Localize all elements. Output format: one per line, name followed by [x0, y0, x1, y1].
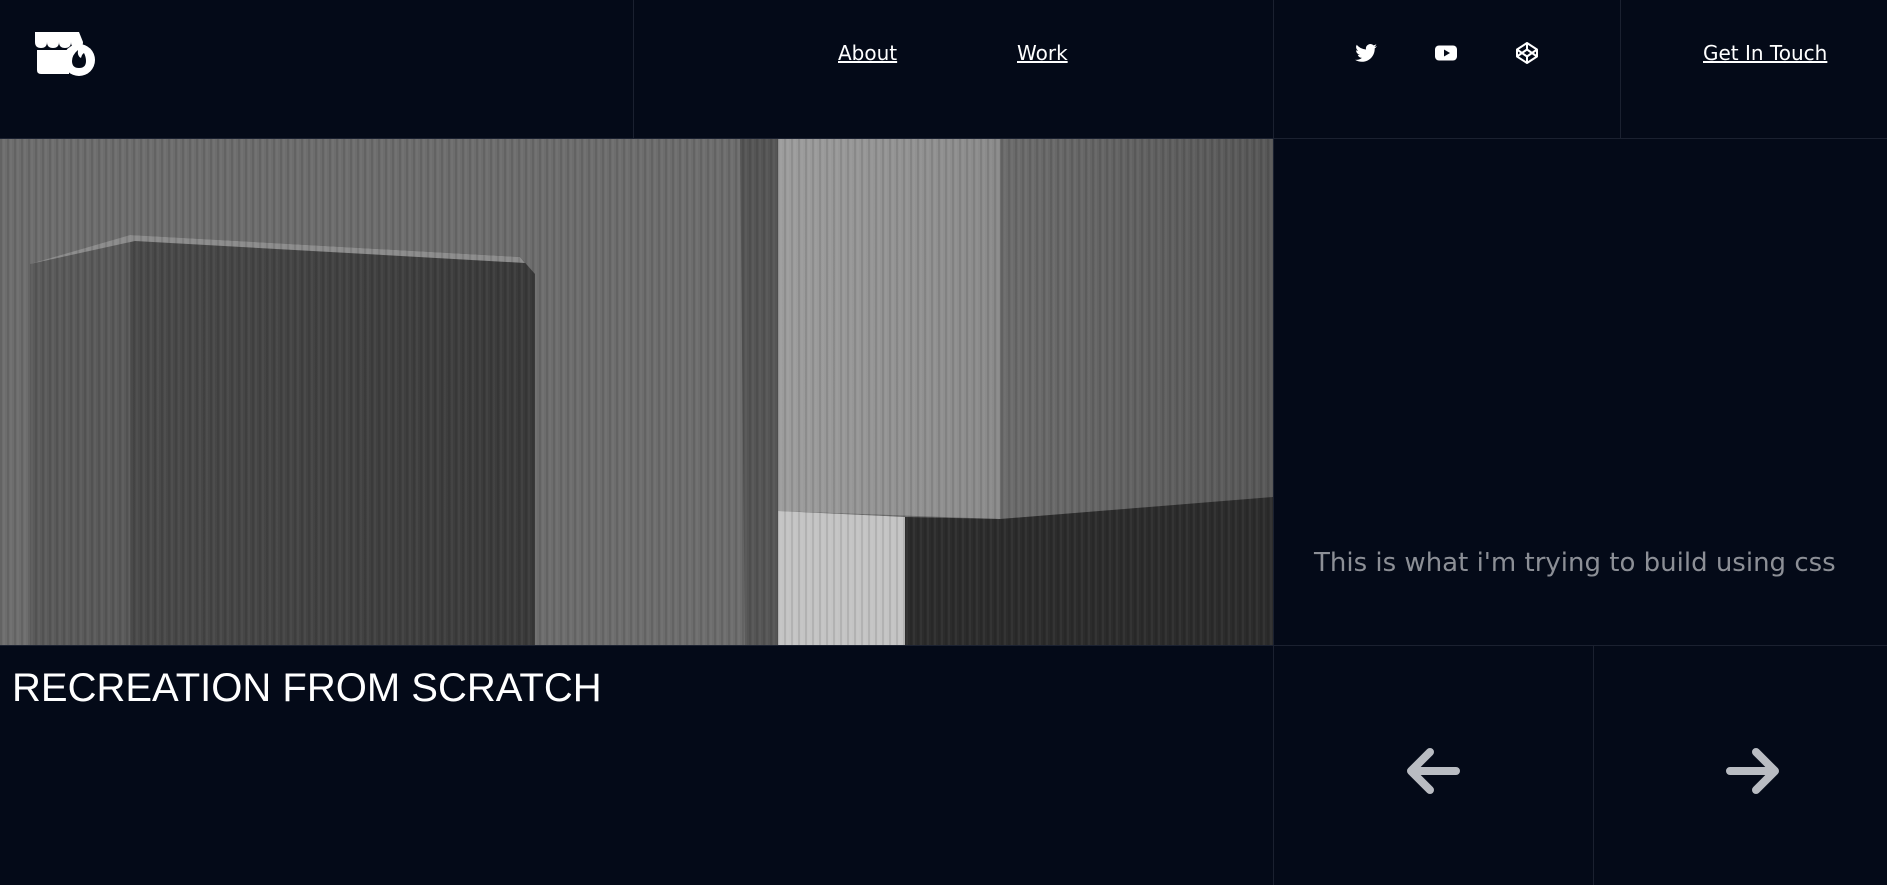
logo-cell [0, 0, 633, 139]
arrow-right-icon [1726, 748, 1779, 794]
hero-side-panel: This is what i'm trying to build using c… [1273, 139, 1887, 646]
youtube-icon[interactable] [1434, 41, 1458, 65]
concrete-blocks-photo [0, 139, 1273, 646]
hero-photo-graphic [0, 139, 1273, 645]
social-links [1273, 0, 1620, 139]
main-nav: About Work [633, 0, 1273, 139]
nav-link-work[interactable]: Work [1017, 41, 1068, 65]
hero-caption: This is what i'm trying to build using c… [1314, 548, 1836, 578]
title-cell: RECREATION FROM SCRATCH [0, 646, 1273, 885]
arrow-left-icon [1407, 748, 1460, 794]
page-title: RECREATION FROM SCRATCH [12, 666, 602, 710]
store-flame-logo[interactable] [31, 30, 97, 78]
prev-button[interactable] [1273, 646, 1593, 885]
codepen-icon[interactable] [1515, 41, 1539, 65]
nav-link-about[interactable]: About [838, 41, 897, 65]
next-button[interactable] [1593, 646, 1887, 885]
get-in-touch-link[interactable]: Get In Touch [1703, 41, 1827, 65]
cta-cell: Get In Touch [1620, 0, 1887, 139]
twitter-icon[interactable] [1354, 41, 1378, 65]
